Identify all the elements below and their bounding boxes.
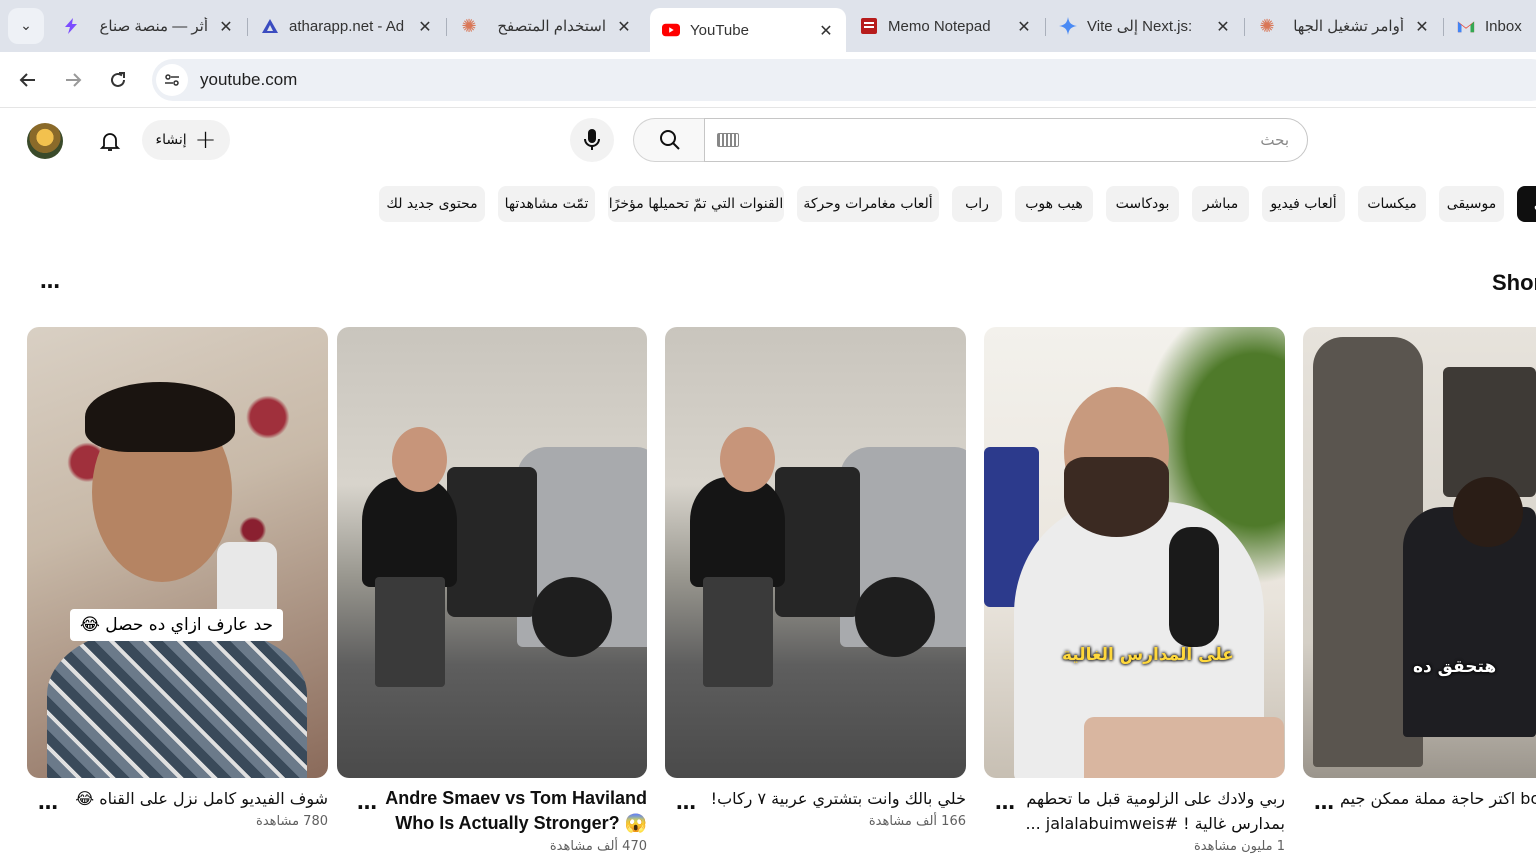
short-overlay-caption: حد عارف ازاي ده حصل 😂 xyxy=(70,609,284,641)
browser-toolbar: youtube.com xyxy=(0,52,1536,108)
search-input[interactable]: بحث xyxy=(704,118,1308,162)
short-title[interactable]: ربي ولادك على الزلومية قبل ما تحطهم بمدا… xyxy=(1019,786,1285,836)
close-icon[interactable]: ✕ xyxy=(417,17,433,36)
create-button[interactable]: إنشاء + xyxy=(142,120,230,160)
claude-burst-icon: ✺ xyxy=(461,15,477,37)
tab-separator xyxy=(1443,18,1444,36)
lightning-icon xyxy=(62,17,80,35)
browser-tab-youtube[interactable]: YouTube ✕ xyxy=(650,8,846,52)
short-title[interactable]: شوف الفيديو كامل نزل على القناه 😂 xyxy=(60,786,328,811)
chip-recently-uploaded[interactable]: القنوات التي تمّ تحميلها مؤخرًا xyxy=(608,186,784,222)
short-meta: ربي ولادك على الزلومية قبل ما تحطهم بمدا… xyxy=(1019,786,1285,854)
plus-icon: + xyxy=(194,125,217,155)
close-icon[interactable]: ✕ xyxy=(1215,17,1231,36)
close-icon[interactable]: ✕ xyxy=(1016,17,1032,36)
short-views: 1 مليون مشاهدة xyxy=(1193,839,1285,854)
tab-separator xyxy=(446,18,447,36)
short-meta: خلي بالك وانت بتشتري عربية ٧ ركاب! 166 أ… xyxy=(700,786,966,829)
browser-tab-memo-notepad[interactable]: Memo Notepad ✕ xyxy=(848,8,1044,44)
tab-separator xyxy=(1045,18,1046,36)
short-meta: bodybu اكتر حاجة مملة ممكن جيم xyxy=(1340,786,1536,836)
tab-title: أثر — منصة صناع xyxy=(99,18,208,35)
more-options-icon[interactable]: … xyxy=(993,792,1017,820)
chip-live[interactable]: مباشر xyxy=(1192,186,1249,222)
short-overlay-caption: هتحقق ده xyxy=(1413,657,1497,677)
search-icon xyxy=(659,130,680,150)
browser-tab-athar[interactable]: أثر — منصة صناع ✕ xyxy=(50,8,246,44)
close-icon[interactable]: ✕ xyxy=(818,21,834,40)
chip-rap[interactable]: راب xyxy=(952,186,1002,222)
gmail-icon xyxy=(1457,17,1475,35)
short-title[interactable]: خلي بالك وانت بتشتري عربية ٧ ركاب! xyxy=(700,786,966,811)
chip-hip-hop[interactable]: هيب هوب xyxy=(1015,186,1093,222)
keyboard-icon[interactable] xyxy=(717,133,739,147)
more-options-icon[interactable]: … xyxy=(674,792,698,820)
more-options-icon[interactable]: … xyxy=(1312,792,1336,820)
short-thumbnail[interactable]: هتحقق ده xyxy=(1303,327,1536,778)
chip-podcasts[interactable]: بودكاست xyxy=(1106,186,1179,222)
forward-arrow-icon[interactable] xyxy=(59,66,87,94)
url-text: youtube.com xyxy=(200,70,298,89)
address-bar[interactable]: youtube.com xyxy=(152,59,1536,101)
close-icon[interactable]: ✕ xyxy=(218,17,234,36)
chip-action-adventure[interactable]: ألعاب مغامرات وحركة xyxy=(797,186,939,222)
short-meta: Andre Smaev vs Tom Haviland Who Is Actua… xyxy=(380,786,647,854)
claude-burst-icon: ✺ xyxy=(1259,15,1275,37)
tab-title: استخدام المتصفح xyxy=(497,18,606,35)
triangle-logo-icon xyxy=(261,17,279,35)
reload-icon[interactable] xyxy=(104,66,132,94)
short-thumbnail[interactable]: حد عارف ازاي ده حصل 😂 xyxy=(27,327,328,778)
create-label: إنشاء xyxy=(155,132,187,148)
gemini-sparkle-icon xyxy=(1059,17,1077,35)
browser-tab-gemini[interactable]: Vite إلى Next.js: ✕ xyxy=(1047,8,1243,44)
voice-search-mic-icon[interactable] xyxy=(570,118,614,162)
short-overlay-caption: على المدارس الغالية xyxy=(1062,645,1234,665)
chip-watched[interactable]: تمّت مشاهدتها xyxy=(498,186,595,222)
avatar[interactable] xyxy=(27,123,63,159)
close-icon[interactable]: ✕ xyxy=(1414,17,1430,36)
chip-all[interactable]: الكل xyxy=(1517,186,1536,222)
more-options-icon[interactable]: … xyxy=(36,792,60,820)
shelf-more-options-icon[interactable]: … xyxy=(36,271,64,296)
short-views: 470 ألف مشاهدة xyxy=(549,839,647,854)
search-placeholder: بحث xyxy=(1260,131,1289,149)
tab-title: YouTube xyxy=(690,21,749,39)
browser-tab-atharapp[interactable]: atharapp.net - Ad ✕ xyxy=(249,8,445,44)
tab-separator xyxy=(247,18,248,36)
short-title[interactable]: Andre Smaev vs Tom Haviland Who Is Actua… xyxy=(380,786,647,836)
search-button[interactable] xyxy=(633,118,705,162)
browser-tab-gmail[interactable]: Inbox (1 xyxy=(1445,8,1536,44)
tab-title: Vite إلى Next.js: xyxy=(1087,18,1193,35)
browser-tab-browser-use[interactable]: ✺ استخدام المتصفح ✕ xyxy=(448,8,644,44)
chip-new-to-you[interactable]: محتوى جديد لك xyxy=(379,186,485,222)
short-views: 780 مشاهدة xyxy=(256,814,328,829)
chip-music[interactable]: موسيقى xyxy=(1439,186,1504,222)
close-icon[interactable]: ✕ xyxy=(616,17,632,36)
youtube-icon xyxy=(662,21,680,39)
browser-tab-commands[interactable]: ✺ أوامر تشغيل الجها ✕ xyxy=(1246,8,1442,44)
browser-tab-strip: ⌄ أثر — منصة صناع ✕ atharapp.net - Ad ✕ … xyxy=(0,0,1536,52)
filter-chips-bar: الكل موسيقى ميكسات ألعاب فيديو مباشر بود… xyxy=(0,186,1536,222)
tab-title: أوامر تشغيل الجها xyxy=(1293,18,1404,35)
tab-title: Memo Notepad xyxy=(888,17,991,35)
youtube-header: إنشاء + بحث xyxy=(0,109,1536,173)
tab-separator xyxy=(1244,18,1245,36)
short-meta: شوف الفيديو كامل نزل على القناه 😂 780 مش… xyxy=(60,786,328,829)
site-settings-icon[interactable] xyxy=(156,64,188,96)
short-views: 166 ألف مشاهدة xyxy=(868,814,966,829)
short-thumbnail[interactable]: على المدارس الغالية xyxy=(984,327,1285,778)
chip-video-games[interactable]: ألعاب فيديو xyxy=(1262,186,1345,222)
back-arrow-icon[interactable] xyxy=(14,66,42,94)
tab-search-chevron-icon[interactable]: ⌄ xyxy=(8,8,44,44)
short-thumbnail[interactable] xyxy=(665,327,966,778)
shorts-shelf-title: Shorts xyxy=(1492,270,1536,295)
tab-title: atharapp.net - Ad xyxy=(289,17,405,35)
notepad-icon xyxy=(860,17,878,35)
more-options-icon[interactable]: … xyxy=(355,792,379,820)
chip-mixes[interactable]: ميكسات xyxy=(1358,186,1426,222)
short-title[interactable]: bodybu اكتر حاجة مملة ممكن جيم xyxy=(1340,786,1536,836)
notifications-bell-icon[interactable] xyxy=(92,123,128,159)
short-thumbnail[interactable] xyxy=(337,327,647,778)
tab-title: Inbox (1 xyxy=(1485,17,1526,35)
